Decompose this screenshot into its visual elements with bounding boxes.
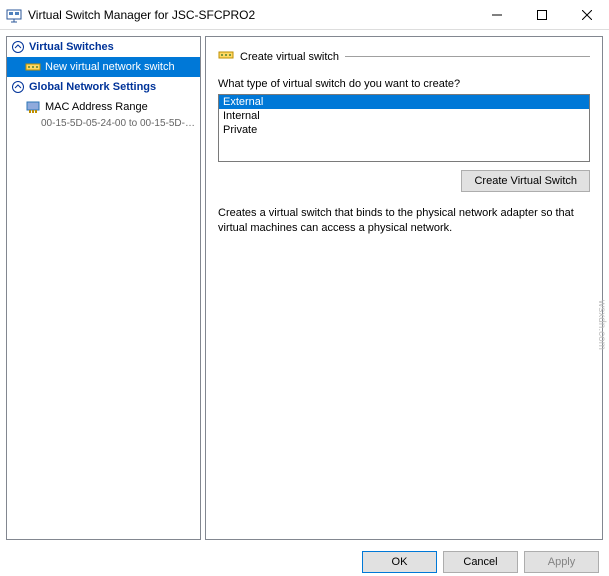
switch-description: Creates a virtual switch that binds to t…	[218, 206, 590, 236]
close-button[interactable]	[564, 0, 609, 29]
section-virtual-switches[interactable]: Virtual Switches	[7, 37, 200, 57]
create-switch-button[interactable]: Create Virtual Switch	[461, 170, 590, 192]
chevron-up-icon	[11, 80, 25, 94]
sidebar-item-label: New virtual network switch	[45, 61, 175, 73]
sidebar-item-sublabel: 00-15-5D-05-24-00 to 00-15-5D-0...	[7, 117, 200, 130]
switch-icon	[218, 47, 234, 66]
group-title: Create virtual switch	[240, 51, 339, 63]
option-private[interactable]: Private	[219, 123, 589, 137]
minimize-button[interactable]	[474, 0, 519, 29]
group-header: Create virtual switch	[218, 47, 590, 66]
app-icon	[6, 7, 22, 23]
dialog-footer: OK Cancel Apply	[0, 546, 609, 576]
client-area: Virtual Switches New virtual network swi…	[0, 30, 609, 546]
chevron-up-icon	[11, 40, 25, 54]
divider	[345, 56, 590, 57]
apply-button[interactable]: Apply	[524, 551, 599, 573]
main-panel: Create virtual switch What type of virtu…	[205, 36, 603, 540]
maximize-button[interactable]	[519, 0, 564, 29]
option-internal[interactable]: Internal	[219, 109, 589, 123]
section-title: Virtual Switches	[29, 41, 114, 53]
cancel-button[interactable]: Cancel	[443, 551, 518, 573]
window-title: Virtual Switch Manager for JSC-SFCPRO2	[28, 8, 474, 22]
sidebar: Virtual Switches New virtual network swi…	[6, 36, 201, 540]
ok-button[interactable]: OK	[362, 551, 437, 573]
switch-type-listbox[interactable]: External Internal Private	[218, 94, 590, 162]
section-title: Global Network Settings	[29, 81, 156, 93]
sidebar-item-mac-range[interactable]: MAC Address Range	[7, 97, 200, 117]
option-external[interactable]: External	[219, 95, 589, 109]
sidebar-item-new-switch[interactable]: New virtual network switch	[7, 57, 200, 77]
section-global-network[interactable]: Global Network Settings	[7, 77, 200, 97]
nic-icon	[25, 99, 41, 115]
sidebar-item-label: MAC Address Range	[45, 101, 148, 113]
titlebar: Virtual Switch Manager for JSC-SFCPRO2	[0, 0, 609, 30]
switch-icon	[25, 59, 41, 75]
switch-type-question: What type of virtual switch do you want …	[218, 78, 590, 90]
